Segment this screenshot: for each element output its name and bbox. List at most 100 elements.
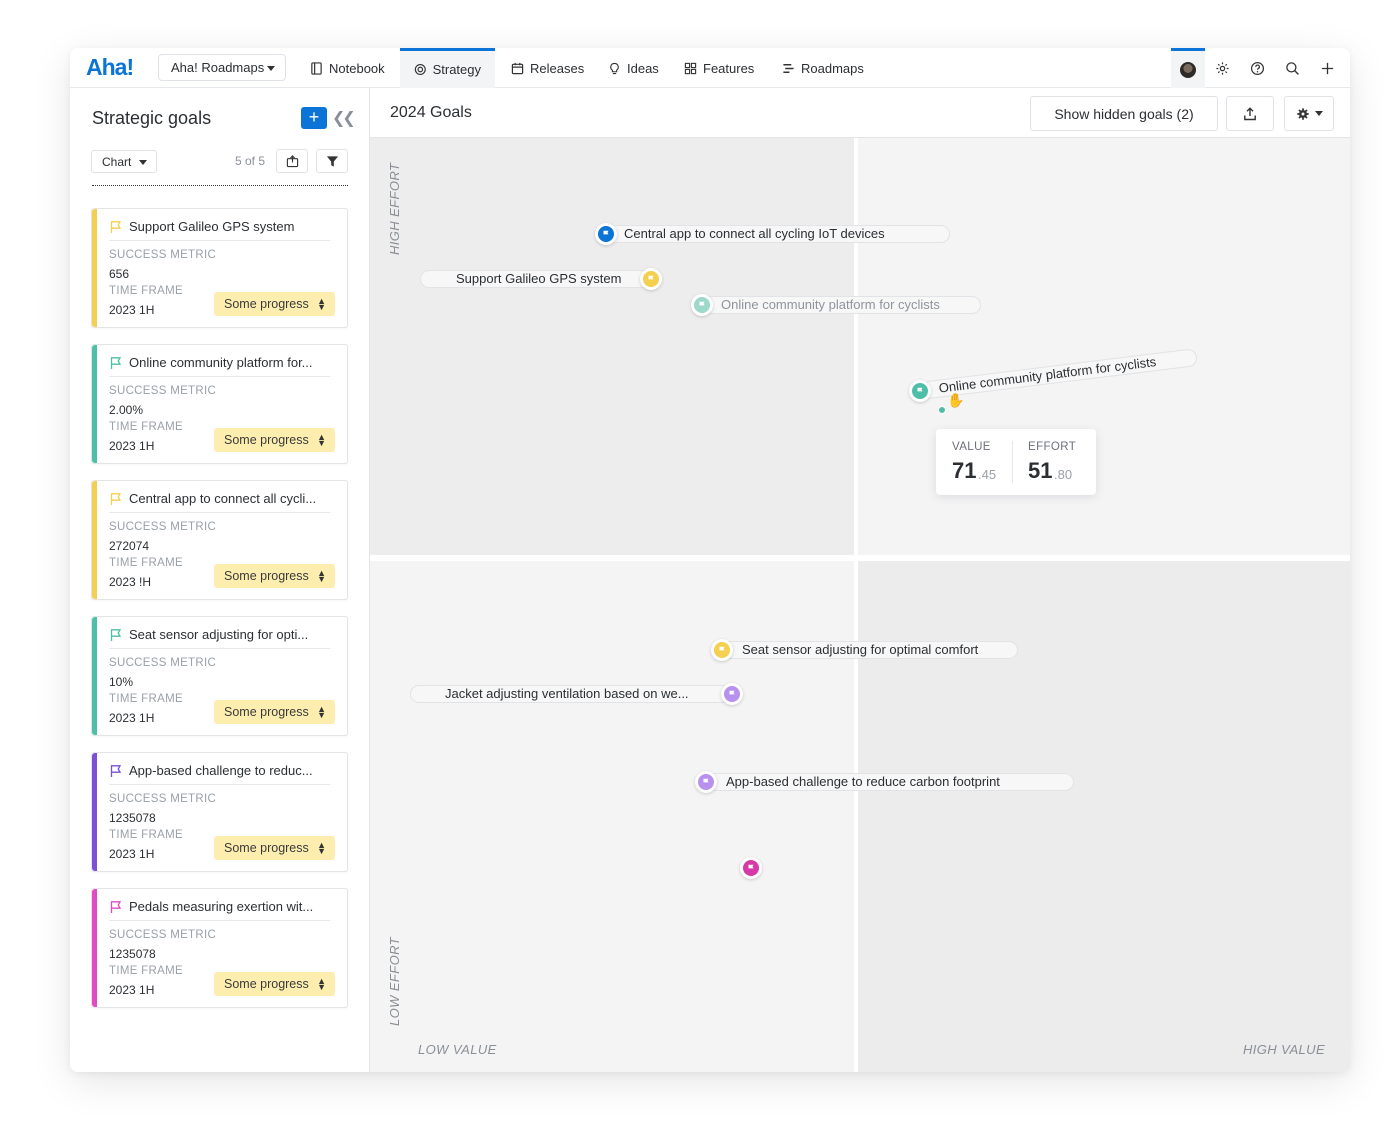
flag-icon (698, 774, 714, 790)
status-dropdown[interactable]: Some progress ▲ ▼ (214, 700, 335, 724)
time-frame-label: TIME FRAME (109, 829, 183, 841)
goal-name[interactable]: Seat sensor adjusting for opti... (129, 627, 335, 642)
status-label: Some progress (224, 569, 309, 583)
flag-icon (110, 629, 122, 641)
flag-icon (743, 860, 759, 876)
goal-color-stripe (92, 753, 97, 871)
workspace-selector[interactable]: Aha! Roadmaps (158, 54, 286, 81)
status-label: Some progress (224, 705, 309, 719)
grid-icon (684, 62, 697, 74)
time-frame-label: TIME FRAME (109, 421, 183, 433)
point-marker[interactable] (909, 380, 931, 402)
status-dropdown[interactable]: Some progress ▲ ▼ (214, 292, 335, 316)
success-metric-value: 1235078 (109, 811, 156, 825)
gear-icon (1296, 107, 1309, 120)
main-panel: 2024 Goals Show hidden goals (2) HIGH EF… (370, 88, 1350, 1072)
aha-logo[interactable]: Aha! (86, 54, 134, 81)
point-marker[interactable] (740, 857, 762, 879)
tab-roadmaps[interactable]: Roadmaps (768, 48, 878, 88)
time-frame-value: 2023 1H (109, 983, 155, 997)
point-label: Central app to connect all cycling IoT d… (624, 226, 885, 241)
plus-icon (1321, 62, 1333, 74)
export-goals-button[interactable] (276, 149, 308, 173)
goal-card[interactable]: Online community platform for... SUCCESS … (91, 344, 348, 464)
app-window: Aha! Aha! Roadmaps Notebook Strategy Rel… (70, 48, 1350, 1072)
success-metric-label: SUCCESS METRIC (109, 929, 217, 941)
filter-button[interactable] (316, 149, 348, 173)
roadmap-icon (783, 63, 794, 73)
search-button[interactable] (1275, 48, 1309, 88)
time-frame-value: 2023 1H (109, 303, 155, 317)
add-goal-button[interactable]: + (301, 107, 327, 129)
goal-name[interactable]: Pedals measuring exertion wit... (129, 899, 335, 914)
tab-features[interactable]: Features (670, 48, 768, 88)
flag-icon (110, 357, 122, 369)
strategic-goals-sidebar: Strategic goals + ❮❮ Chart 5 of 5 Suppor… (70, 88, 370, 1072)
show-hidden-goals-button[interactable]: Show hidden goals (2) (1030, 96, 1218, 131)
avatar (1180, 61, 1196, 78)
time-frame-value: 2023 1H (109, 439, 155, 453)
goal-divider (109, 920, 330, 921)
view-selector[interactable]: Chart (91, 150, 157, 173)
sort-arrows-icon: ▲ ▼ (317, 976, 326, 992)
tab-strategy-label: Strategy (432, 62, 481, 77)
point-marker[interactable] (711, 639, 733, 661)
point-marker[interactable] (721, 683, 743, 705)
goal-name[interactable]: Support Galileo GPS system (129, 219, 335, 234)
help-button[interactable] (1240, 48, 1274, 88)
settings-button[interactable] (1205, 48, 1239, 88)
status-dropdown[interactable]: Some progress ▲ ▼ (214, 972, 335, 996)
status-dropdown[interactable]: Some progress ▲ ▼ (214, 836, 335, 860)
profile-button[interactable] (1171, 48, 1205, 88)
tab-ideas[interactable]: Ideas (594, 48, 673, 88)
chevron-down-icon (267, 66, 275, 71)
goal-card[interactable]: Central app to connect all cycli... SUCCE… (91, 480, 348, 600)
point-marker[interactable] (640, 268, 662, 290)
tab-notebook[interactable]: Notebook (296, 48, 399, 88)
horizontal-axis-divider (370, 555, 1350, 561)
flag-icon (110, 493, 122, 505)
goal-count: 5 of 5 (235, 154, 266, 168)
goal-card[interactable]: Seat sensor adjusting for opti... SUCCESS… (91, 616, 348, 736)
share-button[interactable] (1226, 96, 1274, 131)
status-dropdown[interactable]: Some progress ▲ ▼ (214, 428, 335, 452)
export-icon (286, 154, 298, 167)
upload-icon (1244, 106, 1256, 120)
point-marker[interactable] (595, 223, 617, 245)
goal-divider (109, 240, 330, 241)
point-marker[interactable] (691, 294, 713, 316)
main-header: 2024 Goals Show hidden goals (2) (370, 88, 1350, 138)
y-axis-low-label: LOW EFFORT (387, 937, 402, 1026)
top-nav: Aha! Aha! Roadmaps Notebook Strategy Rel… (70, 48, 1350, 88)
tooltip-separator (1012, 441, 1013, 483)
status-dropdown[interactable]: Some progress ▲ ▼ (214, 564, 335, 588)
tab-releases[interactable]: Releases (497, 48, 598, 88)
status-label: Some progress (224, 433, 309, 447)
goal-card[interactable]: Support Galileo GPS system SUCCESS METRIC… (91, 208, 348, 328)
goal-name[interactable]: Online community platform for... (129, 355, 335, 370)
success-metric-label: SUCCESS METRIC (109, 793, 217, 805)
goal-card[interactable]: App-based challenge to reduc... SUCCESS M… (91, 752, 348, 872)
tab-strategy[interactable]: Strategy (400, 48, 495, 88)
goal-card[interactable]: Pedals measuring exertion wit... SUCCESS … (91, 888, 348, 1008)
chevron-down-icon (139, 160, 147, 165)
goal-name[interactable]: App-based challenge to reduc... (129, 763, 335, 778)
flag-icon (110, 765, 122, 777)
point-label: Jacket adjusting ventilation based on we… (445, 686, 689, 701)
goals-quadrant-chart: HIGH EFFORT LOW EFFORT LOW VALUE HIGH VA… (370, 138, 1350, 1072)
flag-icon (912, 383, 928, 399)
time-frame-label: TIME FRAME (109, 965, 183, 977)
point-marker[interactable] (695, 771, 717, 793)
value-effort-tooltip: VALUE 71 .45 EFFORT 51 .80 (936, 429, 1096, 495)
goal-divider (109, 784, 330, 785)
flag-icon (598, 226, 614, 242)
time-frame-label: TIME FRAME (109, 693, 183, 705)
time-frame-label: TIME FRAME (109, 285, 183, 297)
success-metric-label: SUCCESS METRIC (109, 249, 217, 261)
flag-icon (110, 901, 122, 913)
collapse-icon[interactable]: ❮❮ (332, 108, 356, 128)
add-button[interactable] (1310, 48, 1344, 88)
chart-settings-button[interactable] (1284, 96, 1334, 131)
goal-color-stripe (92, 617, 97, 735)
goal-name[interactable]: Central app to connect all cycli... (129, 491, 335, 506)
